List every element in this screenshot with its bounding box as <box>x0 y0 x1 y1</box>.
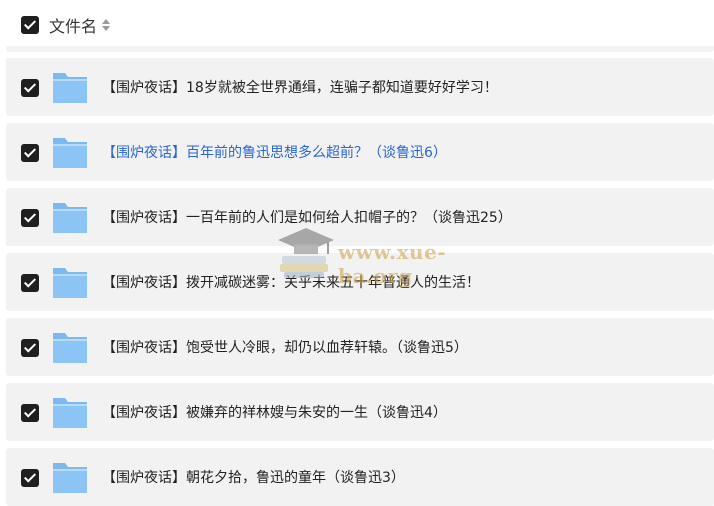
list-item[interactable]: 【围炉夜话】饱受世人冷眼，却仍以血荐轩辕。（谈鲁迅5） <box>6 318 714 376</box>
list-item[interactable]: 【围炉夜话】18岁就被全世界通缉，连骗子都知道要好好学习！ <box>6 58 714 116</box>
row-checkbox[interactable] <box>21 79 39 97</box>
list-item[interactable]: 【围炉夜话】被嫌弃的祥林嫂与朱安的一生（谈鲁迅4） <box>6 383 714 441</box>
list-item[interactable]: 【围炉夜话】一百年前的人们是如何给人扣帽子的？（谈鲁迅25） <box>6 188 714 246</box>
file-name-link[interactable]: 【围炉夜话】18岁就被全世界通缉，连骗子都知道要好好学习！ <box>102 77 498 97</box>
list-item[interactable]: 【围炉夜话】百年前的鲁迅思想多么超前？（谈鲁迅6） <box>6 123 714 181</box>
row-checkbox[interactable] <box>21 404 39 422</box>
row-checkbox[interactable] <box>21 339 39 357</box>
row-checkbox[interactable] <box>21 274 39 292</box>
file-name-link[interactable]: 【围炉夜话】被嫌弃的祥林嫂与朱安的一生（谈鲁迅4） <box>102 402 447 422</box>
list-item[interactable]: 【围炉夜话】朝花夕拾，鲁迅的童年（谈鲁迅3） <box>6 448 714 506</box>
filename-column-header[interactable]: 文件名 <box>49 13 97 37</box>
folder-icon[interactable] <box>52 264 88 300</box>
folder-icon[interactable] <box>52 394 88 430</box>
folder-icon[interactable] <box>52 199 88 235</box>
sort-icon[interactable] <box>102 19 111 31</box>
file-name-link[interactable]: 【围炉夜话】百年前的鲁迅思想多么超前？（谈鲁迅6） <box>102 142 447 162</box>
file-name-link[interactable]: 【围炉夜话】饱受世人冷眼，却仍以血荐轩辕。（谈鲁迅5） <box>102 337 468 357</box>
folder-icon[interactable] <box>52 69 88 105</box>
folder-icon[interactable] <box>52 329 88 365</box>
row-checkbox[interactable] <box>21 209 39 227</box>
folder-icon[interactable] <box>52 459 88 495</box>
row-checkbox[interactable] <box>21 144 39 162</box>
list-item[interactable]: 【围炉夜话】拨开减碳迷雾：关乎未来五十年普通人的生活！ <box>6 253 714 311</box>
file-name-link[interactable]: 【围炉夜话】朝花夕拾，鲁迅的童年（谈鲁迅3） <box>102 467 405 487</box>
row-checkbox[interactable] <box>21 469 39 487</box>
folder-icon[interactable] <box>52 134 88 170</box>
select-all-checkbox[interactable] <box>21 16 39 34</box>
file-name-link[interactable]: 【围炉夜话】拨开减碳迷雾：关乎未来五十年普通人的生活！ <box>102 272 480 292</box>
file-list-header: 文件名 <box>0 0 714 46</box>
file-name-link[interactable]: 【围炉夜话】一百年前的人们是如何给人扣帽子的？（谈鲁迅25） <box>102 207 512 227</box>
